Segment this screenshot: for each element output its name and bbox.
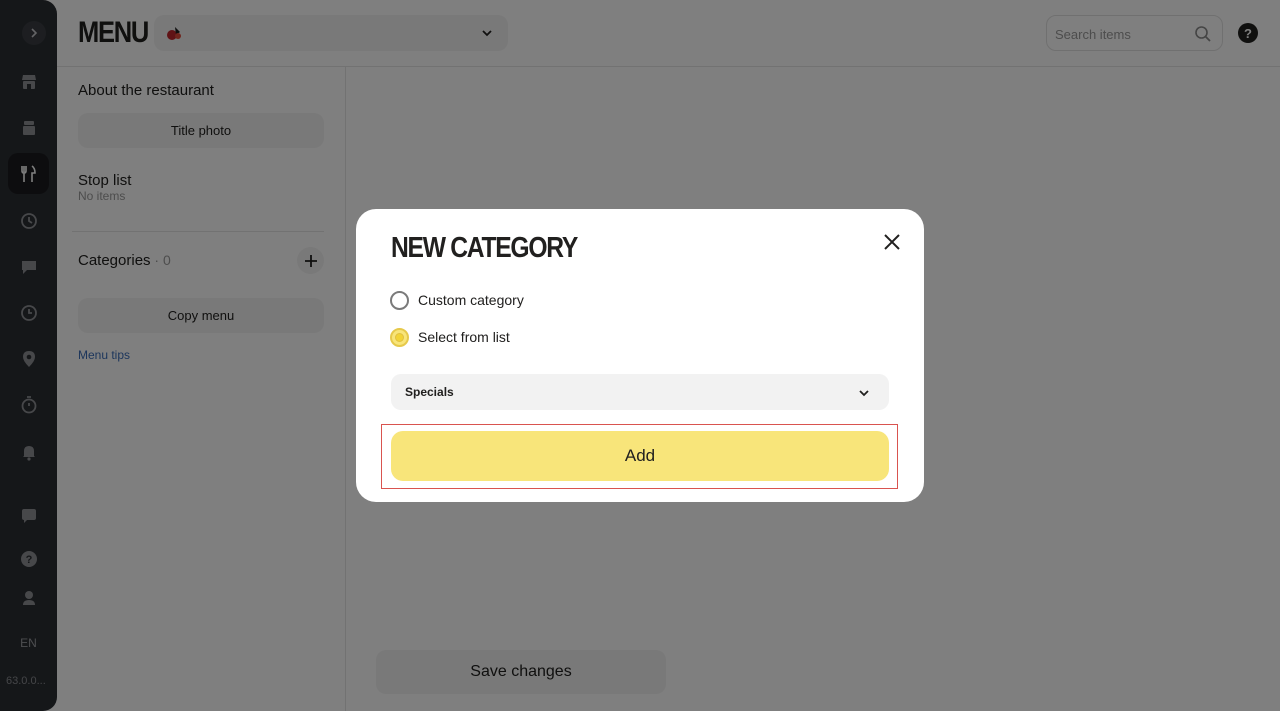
close-icon[interactable] (882, 232, 902, 252)
category-select[interactable]: Specials (391, 374, 889, 410)
new-category-dialog: NEW CATEGORY Custom category Select from… (356, 209, 924, 502)
chevron-down-icon (859, 390, 869, 397)
radio-button-selected[interactable] (390, 327, 409, 347)
radio-label: Custom category (418, 292, 524, 308)
radio-button[interactable] (390, 290, 409, 310)
add-button[interactable]: Add (391, 431, 889, 481)
dialog-title: NEW CATEGORY (391, 232, 578, 264)
radio-select-from-list[interactable]: Select from list (390, 326, 510, 348)
category-select-value: Specials (405, 385, 454, 399)
radio-label: Select from list (418, 329, 510, 345)
radio-custom-category[interactable]: Custom category (390, 289, 524, 311)
